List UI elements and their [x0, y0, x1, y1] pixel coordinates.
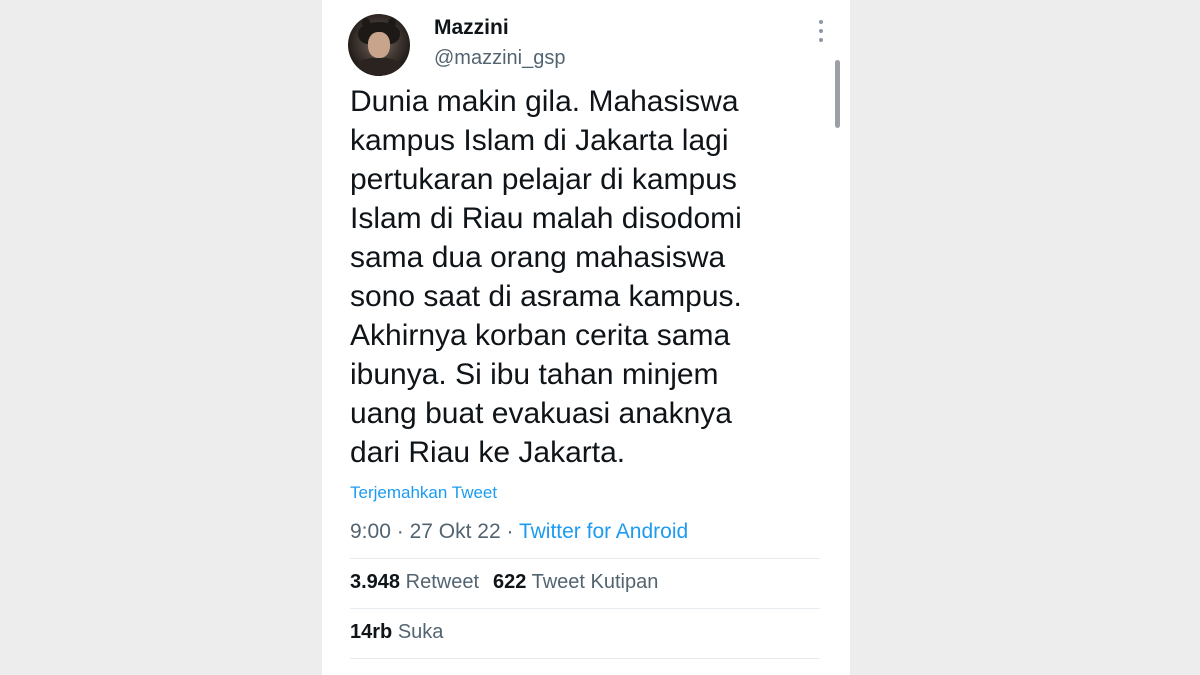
quotes-label: Tweet Kutipan	[531, 571, 659, 593]
divider	[350, 558, 820, 559]
tweet-card: Mazzini @mazzini_gsp Dunia makin gila. M…	[322, 0, 850, 675]
meta-separator: ·	[506, 520, 514, 543]
meta-separator: ·	[396, 520, 404, 543]
avatar-face	[368, 32, 390, 58]
quotes-count: 622	[493, 571, 527, 593]
quotes-stat[interactable]: 622 Tweet Kutipan	[493, 571, 658, 593]
more-vertical-icon[interactable]	[817, 20, 825, 42]
more-dot	[819, 38, 823, 42]
likes-stat[interactable]: 14rb Suka	[350, 621, 443, 643]
avatar[interactable]	[348, 14, 410, 76]
retweets-count: 3.948	[350, 571, 401, 593]
more-dot	[819, 29, 823, 33]
translate-tweet-link[interactable]: Terjemahkan Tweet	[350, 483, 497, 503]
tweet-date[interactable]: 27 Okt 22	[410, 520, 501, 543]
tweet-source-link[interactable]: Twitter for Android	[519, 520, 688, 543]
scrollbar[interactable]	[835, 60, 840, 128]
engagement-row: 3.948 Retweet 622 Tweet Kutipan	[350, 571, 658, 594]
user-handle[interactable]: @mazzini_gsp	[434, 47, 565, 70]
more-dot	[819, 20, 823, 24]
divider	[350, 658, 820, 659]
divider	[350, 608, 820, 609]
retweets-stat[interactable]: 3.948 Retweet	[350, 571, 479, 593]
tweet-meta: 9:00 · 27 Okt 22 · Twitter for Android	[350, 520, 688, 544]
display-name[interactable]: Mazzini	[434, 16, 509, 40]
likes-label: Suka	[397, 621, 444, 643]
avatar-body	[356, 58, 402, 76]
likes-row: 14rb Suka	[350, 621, 443, 644]
tweet-text: Dunia makin gila. Mahasiswa kampus Islam…	[350, 85, 742, 469]
likes-count: 14rb	[350, 621, 393, 643]
screenshot-background: Mazzini @mazzini_gsp Dunia makin gila. M…	[0, 0, 1200, 675]
retweets-label: Retweet	[405, 571, 479, 593]
tweet-time[interactable]: 9:00	[350, 520, 391, 543]
